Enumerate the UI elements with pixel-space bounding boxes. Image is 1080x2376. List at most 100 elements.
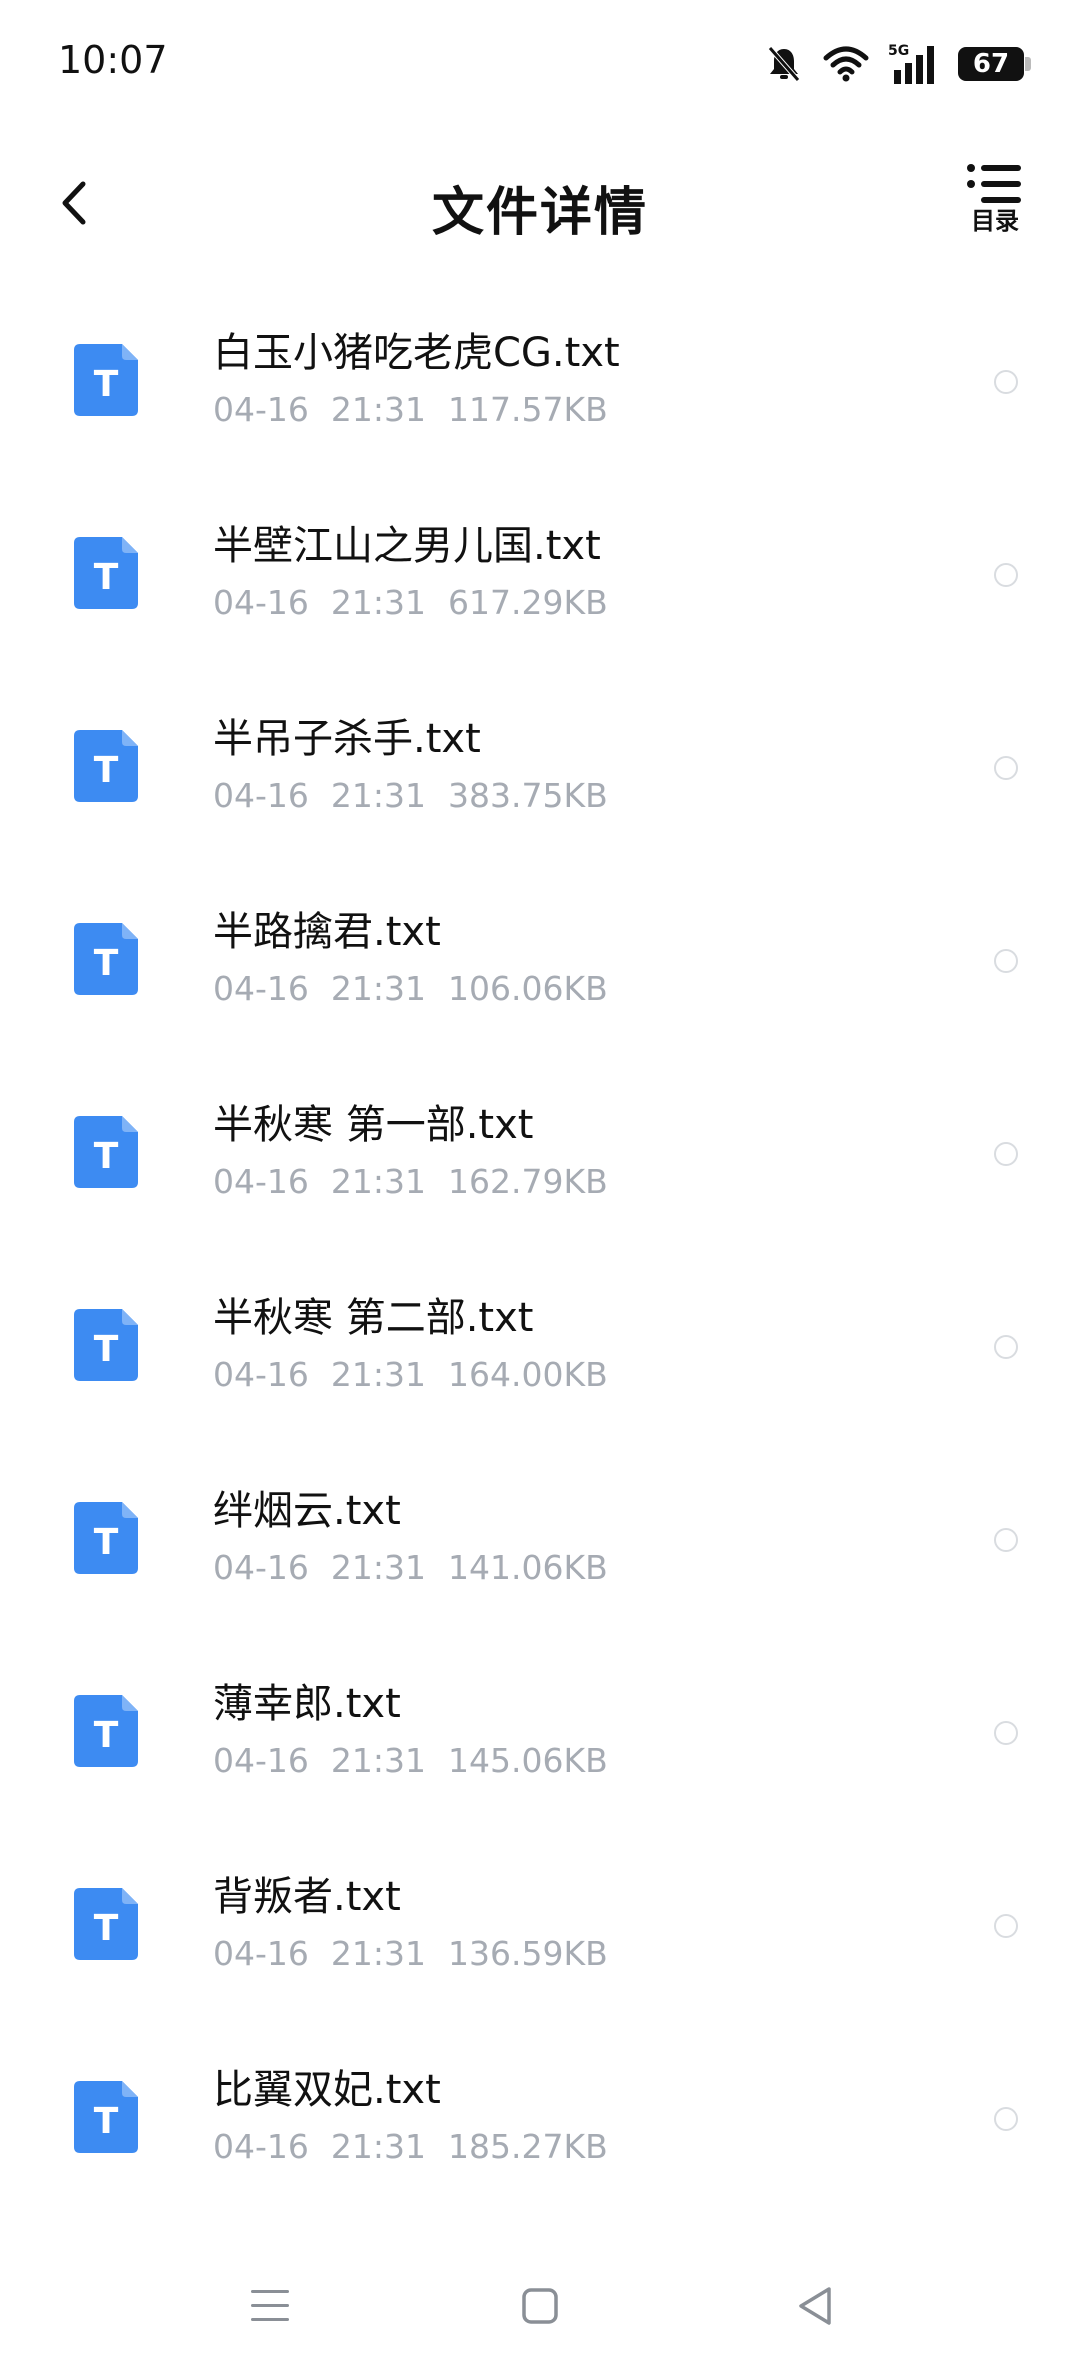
file-list-item[interactable]: T 比翼双妃.txt 04-16 21:31 185.27KB: [0, 2027, 1080, 2220]
back-triangle-icon: [799, 2287, 831, 2325]
file-time: 21:31: [330, 1741, 426, 1780]
file-name: 比翼双妃.txt: [213, 2067, 441, 2113]
navigation-bar: [0, 2236, 1080, 2376]
file-icon-letter: T: [94, 1908, 119, 1949]
file-size: 141.06KB: [448, 1548, 608, 1587]
file-list-item[interactable]: T 薄幸郎.txt 04-16 21:31 145.06KB: [0, 1641, 1080, 1834]
file-meta: 04-16 21:31 185.27KB: [213, 2127, 630, 2166]
file-name: 半路擒君.txt: [213, 909, 441, 955]
battery-level: 67: [972, 49, 1010, 79]
file-meta: 04-16 21:31 117.57KB: [213, 390, 630, 429]
battery-icon: 67: [958, 47, 1031, 81]
file-date: 04-16: [213, 776, 309, 815]
file-icon-letter: T: [94, 1522, 119, 1563]
menu-icon: [251, 2290, 289, 2321]
txt-file-icon: T: [74, 344, 138, 416]
catalog-label: 目录: [971, 207, 1019, 235]
screen: 10:07 5G 67 文件详情 目录 T 白玉小猪吃老虎CG.txt 04-1…: [0, 0, 1080, 2376]
file-time: 21:31: [330, 2127, 426, 2166]
file-name: 薄幸郎.txt: [213, 1681, 401, 1727]
file-date: 04-16: [213, 1162, 309, 1201]
file-time: 21:31: [330, 583, 426, 622]
file-name: 白玉小猪吃老虎CG.txt: [213, 330, 620, 376]
file-list-item[interactable]: T 半秋寒 第一部.txt 04-16 21:31 162.79KB: [0, 1062, 1080, 1255]
txt-file-icon: T: [74, 1309, 138, 1381]
txt-file-icon: T: [74, 537, 138, 609]
file-icon-letter: T: [94, 364, 119, 405]
file-date: 04-16: [213, 583, 309, 622]
txt-file-icon: T: [74, 1116, 138, 1188]
select-radio[interactable]: [994, 2107, 1018, 2131]
select-radio[interactable]: [994, 1142, 1018, 1166]
file-icon-letter: T: [94, 750, 119, 791]
back-nav-button[interactable]: [785, 2276, 845, 2336]
file-meta: 04-16 21:31 164.00KB: [213, 1355, 630, 1394]
txt-file-icon: T: [74, 1502, 138, 1574]
file-date: 04-16: [213, 1741, 309, 1780]
select-radio[interactable]: [994, 1721, 1018, 1745]
file-time: 21:31: [330, 1162, 426, 1201]
file-time: 21:31: [330, 390, 426, 429]
select-radio[interactable]: [994, 1528, 1018, 1552]
file-icon-letter: T: [94, 1136, 119, 1177]
file-date: 04-16: [213, 2127, 309, 2166]
txt-file-icon: T: [74, 2081, 138, 2153]
file-name: 背叛者.txt: [213, 1874, 401, 1920]
file-icon-letter: T: [94, 1715, 119, 1756]
file-list-item[interactable]: T 绊烟云.txt 04-16 21:31 141.06KB: [0, 1448, 1080, 1641]
menu-button[interactable]: [240, 2276, 300, 2336]
file-name: 绊烟云.txt: [213, 1488, 401, 1534]
status-icons: 5G 67: [764, 40, 1031, 88]
file-list-item[interactable]: T 半秋寒 第二部.txt 04-16 21:31 164.00KB: [0, 1255, 1080, 1448]
select-radio[interactable]: [994, 756, 1018, 780]
file-meta: 04-16 21:31 383.75KB: [213, 776, 630, 815]
file-time: 21:31: [330, 776, 426, 815]
file-list-item[interactable]: T 半路擒君.txt 04-16 21:31 106.06KB: [0, 869, 1080, 1062]
home-square-icon: [522, 2288, 558, 2324]
select-radio[interactable]: [994, 370, 1018, 394]
file-name: 半秋寒 第一部.txt: [213, 1102, 534, 1148]
file-meta: 04-16 21:31 136.59KB: [213, 1934, 630, 1973]
select-radio[interactable]: [994, 1335, 1018, 1359]
file-time: 21:31: [330, 1548, 426, 1587]
file-size: 162.79KB: [448, 1162, 608, 1201]
file-date: 04-16: [213, 390, 309, 429]
file-meta: 04-16 21:31 141.06KB: [213, 1548, 630, 1587]
file-size: 185.27KB: [448, 2127, 608, 2166]
status-time: 10:07: [58, 38, 168, 82]
file-icon-letter: T: [94, 1329, 119, 1370]
txt-file-icon: T: [74, 923, 138, 995]
wifi-icon: [822, 44, 870, 84]
select-radio[interactable]: [994, 1914, 1018, 1938]
page-title: 文件详情: [431, 183, 648, 243]
file-list-item[interactable]: T 背叛者.txt 04-16 21:31 136.59KB: [0, 1834, 1080, 2027]
select-radio[interactable]: [994, 949, 1018, 973]
file-list-item[interactable]: T 半壁江山之男儿国.txt 04-16 21:31 617.29KB: [0, 483, 1080, 676]
file-meta: 04-16 21:31 617.29KB: [213, 583, 630, 622]
file-size: 136.59KB: [448, 1934, 608, 1973]
file-list-item[interactable]: T 白玉小猪吃老虎CG.txt 04-16 21:31 117.57KB: [0, 290, 1080, 483]
file-meta: 04-16 21:31 106.06KB: [213, 969, 630, 1008]
file-date: 04-16: [213, 1934, 309, 1973]
txt-file-icon: T: [74, 1888, 138, 1960]
battery-tip: [1025, 57, 1031, 71]
file-size: 117.57KB: [448, 390, 608, 429]
file-name: 半壁江山之男儿国.txt: [213, 523, 601, 569]
file-size: 617.29KB: [448, 583, 608, 622]
status-bar: 10:07 5G 67: [0, 0, 1080, 120]
file-list-item[interactable]: T 半吊子杀手.txt 04-16 21:31 383.75KB: [0, 676, 1080, 869]
file-date: 04-16: [213, 1548, 309, 1587]
file-name: 半秋寒 第二部.txt: [213, 1295, 534, 1341]
file-size: 106.06KB: [448, 969, 608, 1008]
signal-5g-icon: 5G: [888, 42, 940, 86]
home-button[interactable]: [510, 2276, 570, 2336]
header: 文件详情 目录: [0, 150, 1080, 260]
file-time: 21:31: [330, 1355, 426, 1394]
select-radio[interactable]: [994, 563, 1018, 587]
file-time: 21:31: [330, 1934, 426, 1973]
catalog-button[interactable]: 目录: [950, 162, 1040, 252]
file-size: 145.06KB: [448, 1741, 608, 1780]
file-meta: 04-16 21:31 162.79KB: [213, 1162, 630, 1201]
txt-file-icon: T: [74, 730, 138, 802]
file-date: 04-16: [213, 1355, 309, 1394]
